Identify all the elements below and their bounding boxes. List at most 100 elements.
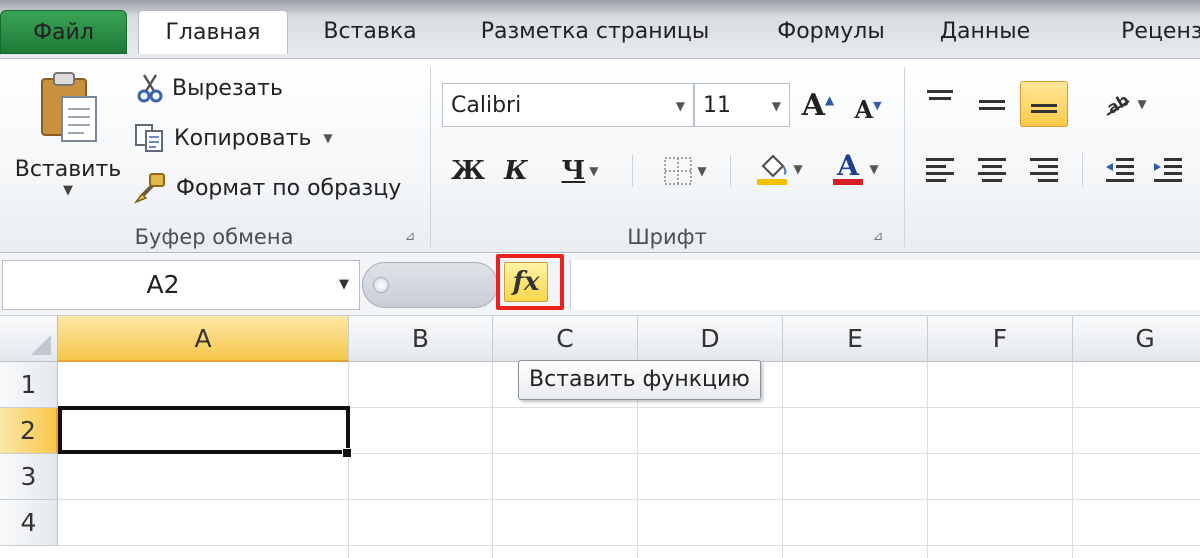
tab-insert[interactable]: Вставка — [300, 10, 440, 54]
cut-label: Вырезать — [172, 75, 283, 101]
increase-indent-icon — [1154, 158, 1182, 182]
chevron-down-icon[interactable]: ▼ — [697, 164, 706, 178]
chevron-down-icon: ▼ — [675, 99, 685, 113]
align-top-icon — [927, 90, 953, 100]
tooltip-insert-function: Вставить функцию — [518, 360, 761, 400]
chevron-down-icon[interactable]: ▼ — [58, 183, 78, 198]
tab-formulas[interactable]: Формулы — [756, 10, 906, 54]
tab-review[interactable]: Рецензи — [1092, 10, 1200, 54]
svg-text:A: A — [837, 151, 861, 182]
insert-function-button[interactable]: fx — [504, 262, 548, 302]
borders-button[interactable]: ▼ — [650, 151, 720, 191]
align-right-button[interactable] — [1020, 147, 1068, 193]
gridline — [58, 499, 1200, 500]
italic-button[interactable]: К — [498, 151, 534, 191]
font-size-select[interactable]: 11 ▼ — [694, 83, 790, 127]
underline-button[interactable]: Ч ▼ — [550, 151, 610, 191]
chevron-down-icon[interactable]: ▼ — [1137, 97, 1146, 111]
row-header-1[interactable]: 1 — [0, 362, 58, 408]
column-header-d[interactable]: D — [638, 316, 783, 362]
gridline — [492, 362, 493, 558]
clipboard-group-label: Буфер обмена — [134, 225, 294, 249]
chevron-down-icon: ▼ — [771, 99, 781, 113]
fill-handle[interactable] — [342, 448, 352, 458]
format-painter-label: Формат по образцу — [176, 175, 402, 201]
align-center-icon — [978, 158, 1006, 182]
font-color-button[interactable]: A ▼ — [822, 149, 888, 189]
row-header-3[interactable]: 3 — [0, 454, 58, 500]
gridline — [348, 362, 349, 558]
formula-input[interactable] — [570, 260, 1200, 310]
paste-icon — [41, 72, 97, 142]
chevron-down-icon[interactable]: ▼ — [869, 162, 878, 176]
chevron-down-icon[interactable]: ▼ — [793, 162, 802, 176]
copy-button[interactable]: Копировать ▼ — [134, 117, 333, 159]
select-all-icon — [31, 335, 51, 355]
paste-label: Вставить — [14, 157, 122, 182]
column-header-g[interactable]: G — [1073, 316, 1200, 362]
tab-page-layout[interactable]: Разметка страницы — [455, 10, 735, 54]
gridline — [58, 545, 1200, 546]
formula-bar: A2 ▼ fx — [0, 254, 1200, 316]
row-header-2[interactable]: 2 — [0, 408, 58, 454]
worksheet-grid: A B C D E F G 1 2 3 4 — [0, 316, 1200, 558]
align-middle-button[interactable] — [968, 83, 1016, 129]
text-orientation-icon: ab — [1104, 91, 1133, 117]
divider — [1082, 153, 1083, 187]
group-divider — [430, 67, 431, 247]
paste-button[interactable]: Вставить ▼ — [10, 65, 126, 225]
gridline — [1072, 362, 1073, 558]
column-header-a[interactable]: A — [58, 316, 349, 362]
shrink-font-icon: A▼ — [854, 94, 882, 124]
format-painter-icon — [134, 173, 165, 204]
clipboard-group: Вставить ▼ Вырезать Копировать ▼ Формат … — [0, 59, 428, 253]
align-left-button[interactable] — [916, 147, 964, 193]
gridline — [927, 362, 928, 558]
align-top-button[interactable] — [916, 77, 964, 123]
copy-icon — [135, 124, 163, 152]
orientation-button[interactable]: ab ▼ — [1094, 81, 1156, 127]
cut-button[interactable]: Вырезать — [136, 67, 283, 109]
tab-data[interactable]: Данные — [925, 10, 1045, 54]
font-name-select[interactable]: Calibri ▼ — [442, 83, 694, 127]
svg-text:ab: ab — [1104, 91, 1133, 117]
align-center-button[interactable] — [968, 147, 1016, 193]
tab-home[interactable]: Главная — [138, 10, 288, 54]
grow-font-icon: A▲ — [801, 87, 835, 123]
active-cell-a2[interactable] — [58, 406, 350, 454]
bold-button[interactable]: Ж — [450, 151, 486, 191]
name-box-value: A2 — [146, 270, 180, 299]
font-name-value: Calibri — [451, 92, 522, 118]
formula-bar-splitter[interactable] — [362, 262, 498, 308]
divider — [730, 155, 731, 187]
chevron-down-icon[interactable]: ▼ — [323, 131, 332, 145]
column-header-c[interactable]: C — [493, 316, 638, 362]
tab-file[interactable]: Файл — [0, 10, 127, 54]
drag-handle-icon[interactable] — [373, 277, 389, 293]
chevron-down-icon[interactable]: ▼ — [589, 164, 598, 178]
column-header-b[interactable]: B — [349, 316, 493, 362]
column-header-f[interactable]: F — [928, 316, 1073, 362]
fx-icon: fx — [512, 267, 540, 297]
row-header-4[interactable]: 4 — [0, 500, 58, 546]
name-box[interactable]: A2 ▼ — [2, 260, 360, 310]
dialog-launcher-icon[interactable]: ⊿ — [870, 229, 886, 245]
ribbon: Вставить ▼ Вырезать Копировать ▼ Формат … — [0, 58, 1200, 253]
divider — [632, 155, 633, 187]
dialog-launcher-icon[interactable]: ⊿ — [402, 229, 418, 245]
increase-font-size-button[interactable]: A▲ — [800, 85, 836, 125]
format-painter-button[interactable]: Формат по образцу — [134, 167, 401, 209]
increase-indent-button[interactable] — [1144, 147, 1192, 193]
decrease-font-size-button[interactable]: A▼ — [850, 89, 886, 129]
underline-label: Ч — [561, 156, 586, 186]
decrease-indent-button[interactable] — [1096, 147, 1144, 193]
fill-bucket-icon — [757, 154, 788, 185]
gridline — [782, 362, 783, 558]
align-bottom-button[interactable] — [1020, 81, 1068, 127]
column-header-e[interactable]: E — [783, 316, 928, 362]
scissors-icon — [137, 74, 163, 103]
select-all-button[interactable] — [0, 316, 58, 362]
ribbon-tabs: Файл Главная Вставка Разметка страницы Ф… — [0, 0, 1200, 58]
chevron-down-icon[interactable]: ▼ — [339, 261, 349, 309]
fill-color-button[interactable]: ▼ — [746, 149, 812, 189]
